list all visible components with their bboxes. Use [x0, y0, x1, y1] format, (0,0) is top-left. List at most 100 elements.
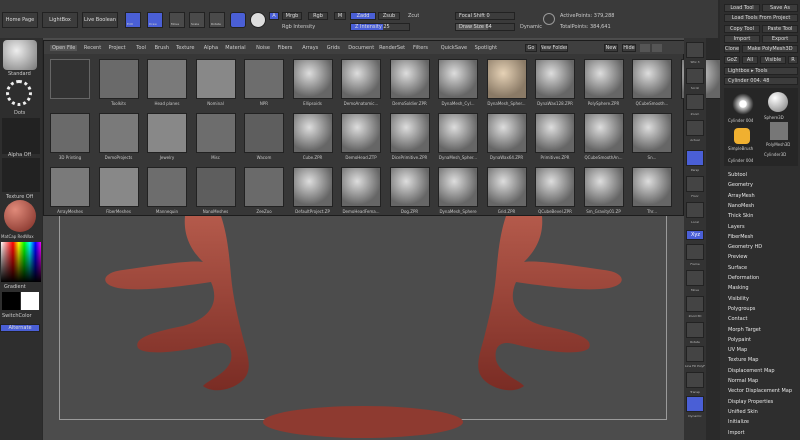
secondary-color-swatch[interactable]: [21, 292, 39, 310]
subpalette-14[interactable]: Contact: [728, 316, 747, 322]
subpalette-20[interactable]: Normal Map: [728, 378, 758, 384]
lightbox-tab-16[interactable]: Spotlight: [475, 45, 497, 51]
rotate-view-icon[interactable]: [686, 322, 704, 338]
lightbox-item[interactable]: DemoAnatomic...: [339, 59, 383, 111]
visible-button[interactable]: Visible: [760, 56, 786, 64]
switch-color-button[interactable]: SwitchColor: [2, 313, 32, 319]
local-button[interactable]: [686, 202, 704, 218]
subpalette-7[interactable]: Geometry HD: [728, 244, 762, 250]
subpalette-11[interactable]: Masking: [728, 285, 749, 291]
cylinder-tool-icon[interactable]: [730, 92, 756, 116]
bpr-icon[interactable]: [686, 42, 704, 58]
lightbox-item[interactable]: NanoMeshes: [194, 167, 238, 219]
make-polymesh-button[interactable]: Make PolyMesh3D: [742, 45, 798, 53]
subpalette-12[interactable]: Visibility: [728, 296, 749, 302]
lightbox-item[interactable]: Jewelry: [145, 113, 189, 165]
lightbox-tab-12[interactable]: Document: [348, 45, 374, 51]
subpalette-13[interactable]: Polygroups: [728, 306, 755, 312]
go-button[interactable]: Go: [525, 44, 537, 52]
lightbox-tab-14[interactable]: Filters: [413, 45, 428, 51]
scroll-left-icon[interactable]: [640, 44, 650, 52]
subpalette-9[interactable]: Surface: [728, 265, 747, 271]
lightbox-item[interactable]: 3D Printing: [48, 113, 92, 165]
lightbox-item[interactable]: ZeeZoo: [242, 167, 286, 219]
clone-button[interactable]: Clone: [724, 45, 740, 53]
lightbox-button[interactable]: LightBox: [42, 12, 78, 28]
lightbox-tab-6[interactable]: Alpha: [204, 45, 218, 51]
zoom3d-icon[interactable]: [686, 296, 704, 312]
transp-button[interactable]: [686, 372, 704, 388]
goz-button[interactable]: GoZ: [724, 56, 740, 64]
lightbox-tab-5[interactable]: Texture: [176, 45, 194, 51]
lightbox-item[interactable]: Sm_Gravity01.ZP: [582, 167, 626, 219]
lightbox-tab-4[interactable]: Brush: [155, 45, 169, 51]
polymesh3d-tool-icon[interactable]: [770, 122, 788, 140]
edit-button[interactable]: Edit: [125, 12, 141, 28]
move-button[interactable]: Move: [169, 12, 185, 28]
lightbox-item[interactable]: Toolkits: [97, 59, 141, 111]
lightbox-item[interactable]: QCubeSmooth...: [630, 59, 674, 111]
lightbox-item[interactable]: DemoSoldier.ZPR: [388, 59, 432, 111]
alpha-slot[interactable]: [2, 118, 40, 154]
lightbox-item[interactable]: [48, 59, 92, 111]
lightbox-item[interactable]: DemoHeadFema...: [339, 167, 383, 219]
new-button[interactable]: New: [604, 44, 618, 52]
frame-button[interactable]: [686, 244, 704, 260]
lightbox-item[interactable]: ArrayMeshes: [48, 167, 92, 219]
lightbox-tab-2[interactable]: Project: [109, 45, 126, 51]
subpalette-18[interactable]: Texture Map: [728, 357, 758, 363]
focal-shift-slider[interactable]: Focal Shift 0: [455, 12, 515, 20]
undo-history-icon[interactable]: [543, 13, 555, 25]
home-page-button[interactable]: Home Page: [2, 12, 38, 28]
lightbox-item[interactable]: Cube.ZPR: [291, 113, 335, 165]
subpalette-4[interactable]: Thick Skin: [728, 213, 753, 219]
lightbox-tab-1[interactable]: Recent: [84, 45, 101, 51]
persp-button[interactable]: [686, 150, 704, 166]
lightbox-tab-8[interactable]: Noise: [256, 45, 270, 51]
a-button[interactable]: A: [269, 12, 279, 20]
subpalette-15[interactable]: Morph Target: [728, 327, 761, 333]
live-boolean-button[interactable]: Live Boolean: [82, 12, 118, 28]
dots-stroke-icon[interactable]: [6, 80, 32, 106]
subpalette-6[interactable]: FiberMesh: [728, 234, 753, 240]
lightbox-item[interactable]: Thr...: [630, 167, 674, 219]
dynamic-button[interactable]: [686, 396, 704, 412]
lightbox-item[interactable]: DemoProjects: [97, 113, 141, 165]
lightbox-item[interactable]: NPR: [242, 59, 286, 111]
subpalette-2[interactable]: ArrayMesh: [728, 193, 755, 199]
simplebrush-tool-icon[interactable]: [734, 128, 750, 144]
subpalette-17[interactable]: UV Map: [728, 347, 747, 353]
lightbox-item[interactable]: DynaMesh_Sphere: [436, 167, 480, 219]
zadd-button[interactable]: Zadd: [350, 12, 376, 20]
lightbox-item[interactable]: Primitives.ZPR: [533, 113, 577, 165]
lightbox-item[interactable]: Ellipsoids: [291, 59, 335, 111]
lightbox-tab-9[interactable]: Fibers: [278, 45, 293, 51]
lightbox-item[interactable]: DynaMesh_Spher...: [436, 113, 480, 165]
lightbox-item[interactable]: Head planes: [145, 59, 189, 111]
lightbox-item[interactable]: Wacom: [242, 113, 286, 165]
subpalette-16[interactable]: Polypaint: [728, 337, 751, 343]
lightbox-item[interactable]: PolySphere.ZPR: [582, 59, 626, 111]
copy-tool-button[interactable]: Copy Tool: [724, 25, 760, 33]
lightbox-item[interactable]: Dog.ZPR: [388, 167, 432, 219]
lightbox-item[interactable]: Misc: [194, 113, 238, 165]
lightbox-tab-11[interactable]: Grids: [327, 45, 340, 51]
actual-icon[interactable]: [686, 120, 704, 136]
subpalette-22[interactable]: Display Properties: [728, 399, 773, 405]
zsub-button[interactable]: Zsub: [378, 12, 400, 20]
lightbox-tab-10[interactable]: Arrays: [302, 45, 318, 51]
load-tools-project-button[interactable]: Load Tools From Project: [724, 14, 798, 22]
standard-brush-icon[interactable]: [3, 40, 37, 70]
lightbox-item[interactable]: DynaWax64.ZPR: [485, 113, 529, 165]
lightbox-item[interactable]: DynaMesh_Cyl...: [436, 59, 480, 111]
main-color-swatch[interactable]: [2, 292, 20, 310]
mrgb-button[interactable]: Mrgb: [282, 12, 302, 20]
rgb-button[interactable]: Rgb: [308, 12, 328, 20]
lightbox-item[interactable]: DicePrimitive.ZPR: [388, 113, 432, 165]
scroll-right-icon[interactable]: [652, 44, 662, 52]
load-tool-button[interactable]: Load Tool: [724, 4, 760, 12]
subpalette-5[interactable]: Layers: [728, 224, 745, 230]
save-as-button[interactable]: Save As: [762, 4, 798, 12]
zoom-icon[interactable]: [686, 94, 704, 110]
m-button[interactable]: M: [334, 12, 346, 20]
